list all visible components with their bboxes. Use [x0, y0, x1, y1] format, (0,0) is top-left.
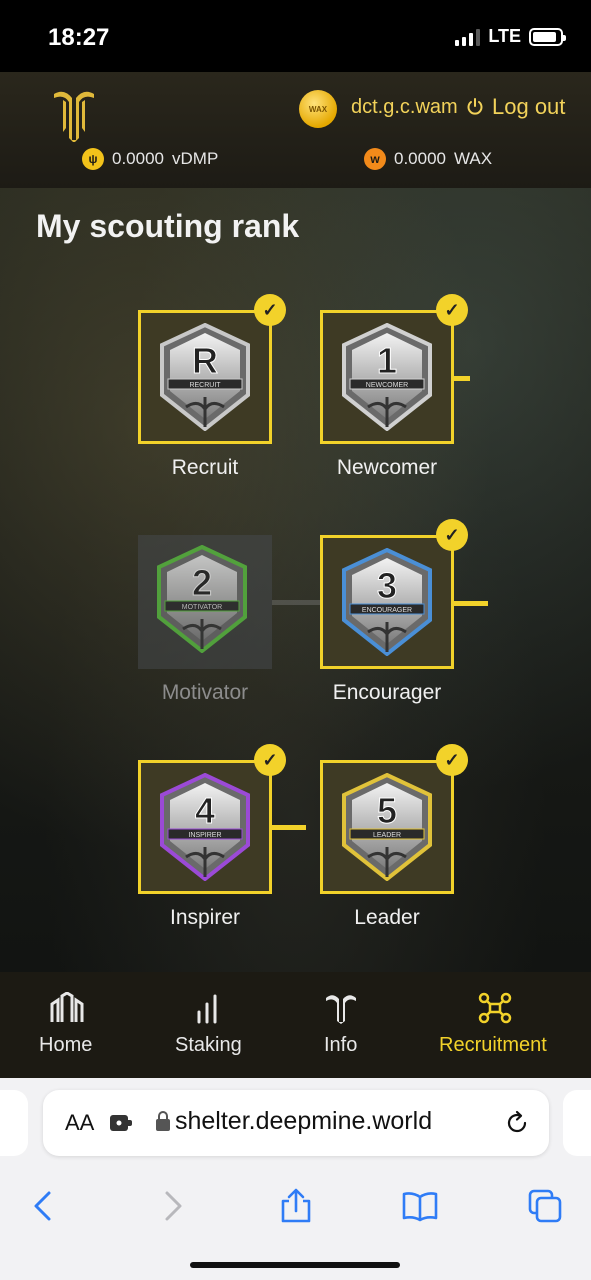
nav-recruitment-label: Recruitment — [439, 1034, 547, 1056]
nav-info-label: Info — [324, 1034, 358, 1056]
balance-vdmp: ψ 0.0000 vDMP — [82, 148, 218, 170]
extension-icon[interactable] — [109, 1112, 135, 1134]
balance-wax: w 0.0000 WAX — [364, 148, 492, 170]
main-content[interactable]: My scouting rank RECRUIT R ✓ Recruit NEWCOME… — [0, 188, 591, 972]
check-icon: ✓ — [436, 294, 468, 326]
status-indicators: LTE — [455, 26, 566, 47]
next-tab[interactable] — [563, 1090, 591, 1156]
rank-card-newcomer[interactable]: NEWCOMER 1 — [320, 310, 454, 444]
battery-level — [533, 31, 557, 42]
inspirer-badge-text: 4 — [195, 790, 215, 831]
page-title: My scouting rank — [36, 208, 300, 244]
wax-amount: 0.0000 — [394, 149, 446, 168]
forward-icon[interactable] — [154, 1188, 190, 1224]
rank-card-recruit[interactable]: RECRUIT R — [138, 310, 272, 444]
inspirer-badge-icon: INSPIRER4 — [160, 773, 250, 881]
app-header — [0, 72, 591, 188]
nav-staking-label: Staking — [175, 1034, 242, 1056]
nav-staking[interactable]: Staking — [172, 972, 246, 1078]
logout-label: Log out — [492, 94, 566, 119]
network-label: LTE — [488, 26, 521, 46]
rank-card-leader[interactable]: LEADER 5 — [320, 760, 454, 894]
rank-card-encourager[interactable]: ENCOURAGER 3 — [320, 535, 454, 669]
rank-label-newcomer: Newcomer — [336, 456, 438, 479]
rank-card-inspirer[interactable]: INSPIRER 4 — [138, 760, 272, 894]
nav-home[interactable]: Home — [36, 972, 98, 1078]
nav-info[interactable]: Info — [320, 972, 364, 1078]
recruit-badge-text: R — [192, 340, 218, 381]
encourager-badge-caption: ENCOURAGER — [362, 607, 412, 614]
home-indicator — [190, 1262, 400, 1268]
vdmp-coin-icon: ψ — [82, 148, 104, 170]
signal-icon — [455, 28, 481, 46]
rank-card-motivator[interactable]: MOTIVATOR 2 — [138, 535, 272, 669]
motivator-badge-icon: MOTIVATOR2 — [157, 545, 247, 653]
encourager-badge-icon: ENCOURAGER3 — [342, 548, 432, 656]
bottom-nav: Home Staking Info Recruitment — [0, 972, 591, 1078]
reader-options-button[interactable]: AA — [65, 1110, 94, 1136]
inspirer-badge-caption: INSPIRER — [188, 832, 221, 839]
newcomer-badge-text: 1 — [377, 340, 397, 381]
check-icon: ✓ — [254, 294, 286, 326]
status-bar: 18:27 LTE — [0, 0, 591, 72]
avatar-label: WAX — [308, 104, 328, 114]
info-icon — [326, 995, 356, 1024]
wax-avatar[interactable]: WAX — [299, 90, 337, 128]
bookmarks-icon[interactable] — [402, 1188, 438, 1224]
motivator-badge-text: 2 — [192, 562, 212, 603]
leader-badge-caption: LEADER — [373, 832, 401, 839]
previous-tab[interactable] — [0, 1090, 28, 1156]
check-icon: ✓ — [436, 744, 468, 776]
rank-connector — [272, 825, 306, 830]
deepmine-logo[interactable] — [52, 88, 96, 142]
check-icon: ✓ — [254, 744, 286, 776]
rank-label-motivator: Motivator — [161, 681, 249, 704]
vdmp-amount: 0.0000 — [112, 149, 164, 168]
wax-coin-icon: w — [364, 148, 386, 170]
url-text: shelter.deepmine.world — [175, 1107, 433, 1135]
recruitment-icon — [478, 992, 512, 1024]
share-icon[interactable] — [278, 1188, 314, 1224]
rank-label-recruit: Recruit — [171, 456, 239, 479]
check-icon: ✓ — [436, 519, 468, 551]
nav-home-label: Home — [39, 1034, 93, 1056]
vdmp-currency: vDMP — [172, 149, 219, 168]
tabs-icon[interactable] — [527, 1188, 563, 1224]
newcomer-badge-caption: NEWCOMER — [366, 382, 408, 389]
newcomer-badge-icon: NEWCOMER1 — [342, 323, 432, 431]
recruit-badge-icon: RECRUITR — [160, 323, 250, 431]
browser-toolbar: AA shelter.deepmine.world — [0, 1078, 591, 1280]
leader-badge-icon: LEADER5 — [342, 773, 432, 881]
status-time: 18:27 — [48, 24, 110, 51]
home-icon — [50, 992, 84, 1022]
encourager-badge-text: 3 — [377, 565, 397, 606]
logout-button[interactable]: Log out — [466, 94, 565, 120]
reload-icon[interactable] — [503, 1109, 531, 1137]
rank-label-inspirer: Inspirer — [169, 906, 241, 929]
recruit-badge-caption: RECRUIT — [189, 382, 221, 389]
rank-label-leader: Leader — [354, 906, 420, 929]
battery-icon — [529, 27, 566, 46]
account-name: dct.g.c.wam — [351, 96, 458, 118]
staking-icon — [197, 994, 217, 1024]
leader-badge-text: 5 — [377, 790, 397, 831]
power-icon — [467, 98, 483, 115]
nav-recruitment[interactable]: Recruitment — [438, 972, 554, 1078]
rank-connector — [272, 600, 320, 605]
rank-connector — [454, 601, 488, 606]
back-icon[interactable] — [26, 1188, 62, 1224]
wax-currency: WAX — [454, 149, 493, 168]
rank-connector — [454, 376, 470, 381]
motivator-badge-caption: MOTIVATOR — [182, 604, 222, 611]
lock-icon — [156, 1111, 170, 1131]
address-bar[interactable]: AA shelter.deepmine.world — [43, 1090, 549, 1156]
rank-label-encourager: Encourager — [332, 681, 442, 704]
